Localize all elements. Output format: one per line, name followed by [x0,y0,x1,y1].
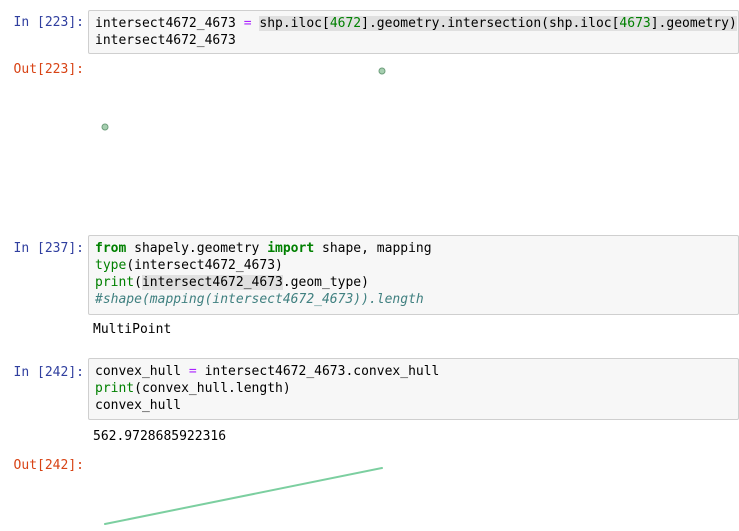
code-line: print(convex_hull.length) [95,380,732,397]
code-token: (intersect4672_4673) [126,258,283,273]
input-prompt: In [223]: [13,15,84,30]
code-token: shapely.geometry [126,241,268,256]
code-line: convex_hull [95,397,732,414]
code-token: .geom_type) [282,275,369,290]
code-token: shape, mapping [314,241,432,256]
code-token: ( [134,275,142,290]
code-token: import [267,241,315,256]
code-line: from shapely.geometry import shape, mapp… [95,240,732,257]
convex-hull-plot [104,467,383,525]
code-input-cell[interactable]: intersect4672_4673 = shp.iloc[4672].geom… [88,10,739,54]
code-input-cell[interactable]: from shapely.geometry import shape, mapp… [88,235,739,315]
code-token: from [95,241,127,256]
code-token: ].geometry.intersection(shp.iloc[ [361,16,620,31]
hull-line [104,467,383,525]
code-token: print [95,381,135,396]
stdout-output: MultiPoint [93,322,172,337]
code-token: print [95,275,135,290]
code-line: intersect4672_4673 [95,32,732,49]
code-token: intersect4672_4673 [141,275,283,290]
code-token: intersect4672_4673 [95,16,244,31]
code-token: convex_hull [95,364,189,379]
code-token: intersect4672_4673.convex_hull [196,364,440,379]
plot-point [101,123,109,131]
code-line: #shape(mapping(intersect4672_4673)).leng… [95,291,732,308]
code-token: shp.iloc[ [259,16,330,31]
code-token: (convex_hull.length) [134,381,291,396]
input-prompt: In [242]: [13,365,84,380]
code-line: print(intersect4672_4673.geom_type) [95,274,732,291]
code-token: ].geometry) [650,16,737,31]
output-prompt: Out[223]: [13,62,84,77]
code-token: convex_hull [95,398,182,413]
code-token: 4672 [329,16,362,31]
code-line: convex_hull = intersect4672_4673.convex_… [95,363,732,380]
output-prompt: Out[242]: [13,458,84,473]
code-token: type [95,258,127,273]
plot-point [378,67,386,75]
code-token: 4673 [619,16,651,31]
multipoint-plot [101,67,386,131]
code-token: = [243,16,252,31]
code-token: intersect4672_4673 [95,33,236,48]
input-prompt: In [237]: [13,241,84,256]
code-line: type(intersect4672_4673) [95,257,732,274]
code-token: = [188,364,197,379]
stdout-output: 562.9728685922316 [93,429,227,444]
code-line: intersect4672_4673 = shp.iloc[4672].geom… [95,15,737,32]
code-token: #shape(mapping(intersect4672_4673)).leng… [95,292,424,307]
code-input-cell[interactable]: convex_hull = intersect4672_4673.convex_… [88,358,739,420]
